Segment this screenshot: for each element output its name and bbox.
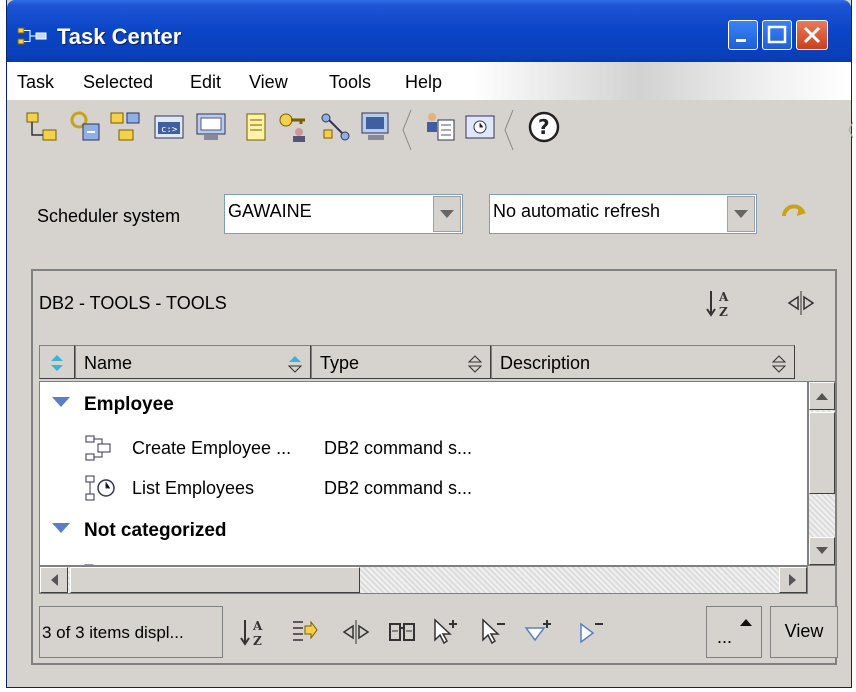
svg-text:A: A	[718, 290, 729, 304]
select-all-icon[interactable]	[431, 616, 461, 648]
help-icon[interactable]: ?	[527, 110, 561, 144]
caret-up-icon	[739, 611, 753, 632]
toolbar-separator	[843, 108, 855, 152]
scheduler-system-select[interactable]: GAWAINE	[224, 194, 463, 234]
menu-selected[interactable]: Selected	[83, 72, 153, 93]
category-label: Not categorized	[84, 520, 227, 541]
svg-text:A: A	[252, 619, 263, 633]
scroll-right-button[interactable]	[779, 567, 807, 593]
view-button[interactable]: View	[770, 606, 838, 658]
refresh-icon[interactable]	[779, 200, 809, 236]
find-icon[interactable]	[387, 616, 417, 648]
toolbar-separator	[401, 108, 413, 152]
sort-icon	[287, 355, 303, 379]
deselect-all-icon[interactable]	[479, 616, 509, 648]
panel-title: DB2 - TOOLS - TOOLS	[39, 293, 227, 313]
column-header-label: Description	[500, 353, 591, 373]
menu-tools[interactable]: Tools	[329, 72, 371, 93]
svg-text:?: ?	[538, 115, 550, 139]
notification-icon[interactable]	[423, 110, 457, 144]
chevron-down-icon[interactable]	[433, 196, 461, 232]
sort-icon	[50, 354, 64, 378]
column-header-type[interactable]: Type	[311, 345, 491, 379]
close-button[interactable]	[796, 20, 828, 50]
panel-bottom-bar: 3 of 3 items displ... AZ ... View	[39, 606, 839, 658]
column-header-row: Name Type Description	[39, 345, 797, 379]
column-header-select[interactable]	[39, 345, 75, 379]
svg-text:Z: Z	[719, 305, 728, 319]
maximize-button[interactable]	[762, 20, 792, 50]
task-type: DB2 command s...	[324, 478, 473, 498]
expand-all-icon[interactable]	[523, 616, 553, 648]
refresh-interval-select[interactable]: No automatic refresh	[489, 194, 757, 234]
horizontal-scrollbar[interactable]	[39, 566, 808, 594]
list-item[interactable]: Create Employee ... DB2 command s...	[84, 435, 584, 462]
title-bar[interactable]: Task Center	[7, 0, 851, 62]
item-count-status: 3 of 3 items displ...	[39, 606, 223, 658]
task-name: Create Employee ...	[132, 438, 292, 458]
chevron-down-icon[interactable]	[727, 196, 755, 232]
sort-icon[interactable]: AZ	[239, 616, 269, 648]
list-item[interactable]: List Employees DB2 command s...	[84, 475, 584, 502]
scheduler-system-value: GAWAINE	[228, 201, 312, 221]
column-header-label: Name	[84, 353, 133, 373]
more-actions-button[interactable]: ...	[706, 606, 762, 658]
scroll-up-button[interactable]	[809, 382, 835, 410]
task-center-window: Task Center Task Selected Edit View Tool…	[6, 0, 854, 688]
task-center-app-icon	[17, 26, 49, 54]
menu-edit[interactable]: Edit	[190, 72, 221, 93]
scroll-left-button[interactable]	[40, 567, 68, 593]
menu-view[interactable]: View	[249, 72, 288, 93]
column-resize-icon[interactable]	[785, 289, 817, 323]
scheduled-script-icon	[84, 474, 118, 507]
monitor-icon[interactable]	[194, 110, 228, 144]
task-list: Employee Create Employee ... DB2 command…	[39, 381, 808, 566]
category-employee[interactable]: Employee	[52, 394, 174, 416]
task-type: DB2 command s...	[324, 438, 473, 458]
vertical-scrollbar[interactable]	[808, 381, 836, 566]
column-resize-icon[interactable]	[341, 616, 371, 648]
connections-icon[interactable]	[319, 110, 353, 144]
svg-text:Z: Z	[253, 634, 262, 648]
column-header-label: Type	[320, 353, 360, 373]
more-label: ...	[717, 627, 733, 647]
sort-az-icon[interactable]: AZ	[705, 287, 735, 325]
window-title: Task Center	[57, 24, 182, 49]
task-list-panel: DB2 - TOOLS - TOOLS AZ Name Type Descrip…	[31, 269, 839, 665]
computer-icon[interactable]	[360, 110, 394, 144]
column-header-name[interactable]: Name	[75, 345, 311, 379]
filter-icon[interactable]	[289, 616, 319, 648]
menu-bar: Task Selected Edit View Tools Help	[7, 62, 851, 100]
expand-triangle-icon[interactable]	[52, 523, 70, 533]
scheduler-icon[interactable]	[463, 110, 497, 144]
category-not-categorized[interactable]: Not categorized	[52, 520, 227, 542]
menu-task[interactable]: Task	[17, 72, 54, 93]
expand-triangle-icon[interactable]	[52, 397, 70, 407]
category-label: Employee	[84, 394, 174, 415]
svg-text:c:>: c:>	[161, 125, 178, 135]
vertical-scroll-thumb[interactable]	[809, 412, 835, 494]
task-name: List Employees	[132, 478, 255, 498]
sort-icon	[467, 355, 483, 379]
horizontal-scroll-thumb[interactable]	[70, 567, 360, 593]
command-script-icon	[84, 434, 118, 467]
scroll-down-button[interactable]	[809, 537, 835, 565]
task-hierarchy-icon[interactable]	[25, 110, 59, 144]
toolbar: c:> ?	[7, 100, 854, 162]
menu-help[interactable]: Help	[405, 72, 442, 93]
minimize-button[interactable]	[728, 20, 758, 50]
run-task-icon[interactable]	[69, 110, 103, 144]
scheduler-system-label: Scheduler system	[37, 206, 181, 226]
column-header-description[interactable]: Description	[491, 345, 795, 379]
tasks-icon[interactable]	[109, 110, 143, 144]
key-user-icon[interactable]	[277, 110, 311, 144]
collapse-all-icon[interactable]	[575, 616, 605, 648]
partial-item-icon	[84, 558, 96, 565]
command-window-icon[interactable]: c:>	[152, 110, 186, 144]
sort-icon	[771, 355, 787, 379]
journal-icon[interactable]	[239, 110, 273, 144]
toolbar-separator	[503, 108, 515, 152]
refresh-interval-value: No automatic refresh	[493, 201, 661, 221]
